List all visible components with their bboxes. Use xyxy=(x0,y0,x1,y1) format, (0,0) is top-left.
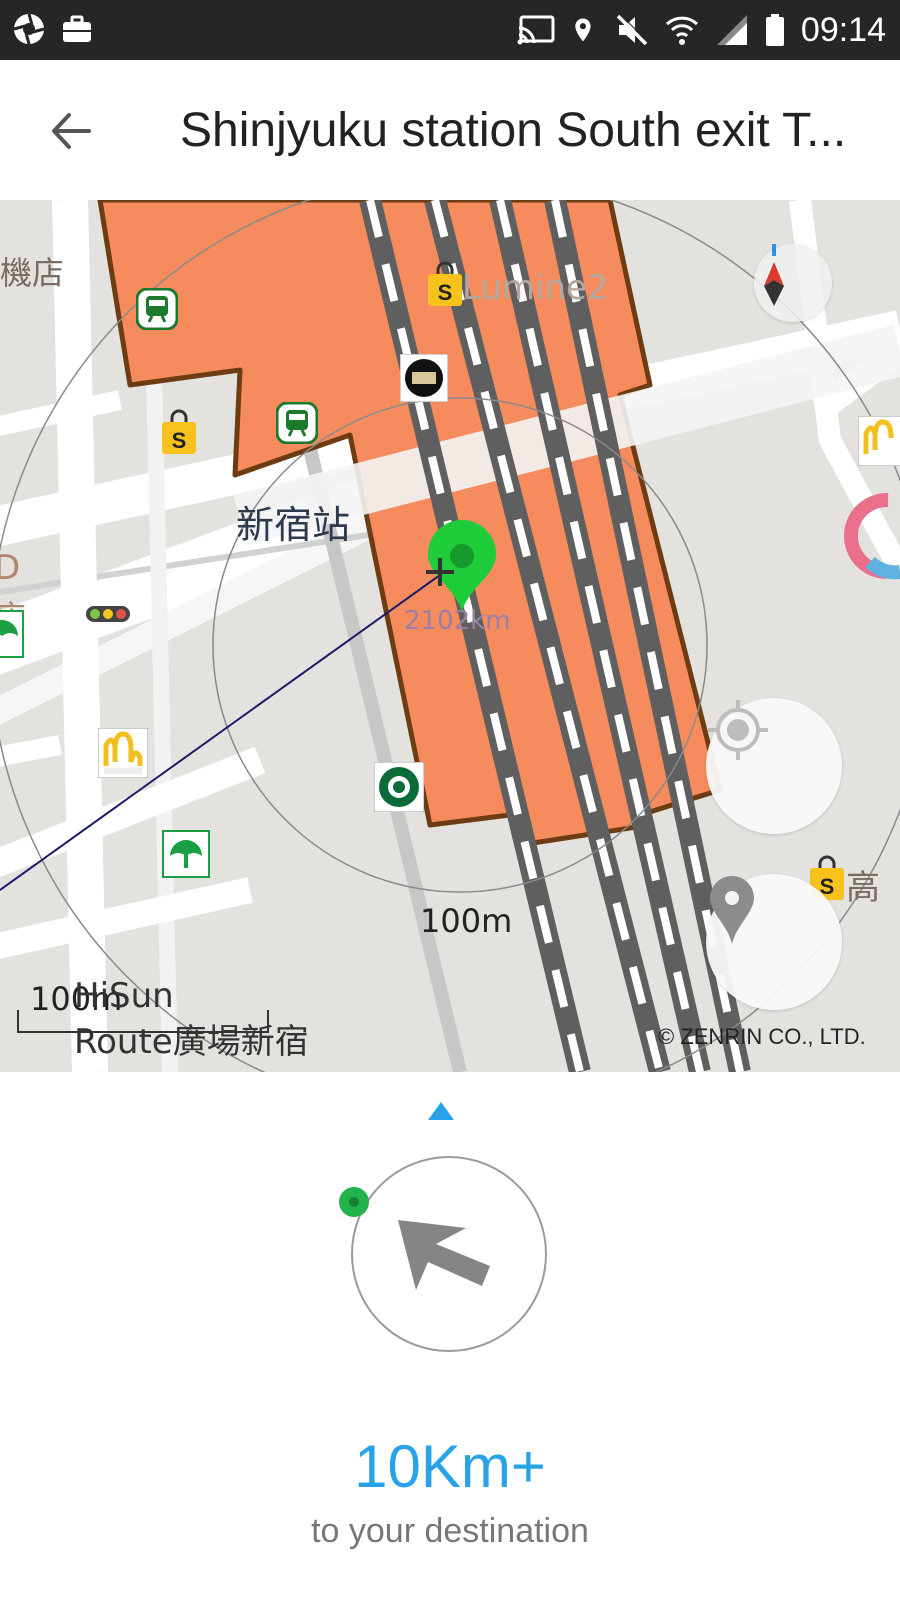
map-label-shop: 機店 xyxy=(0,254,65,292)
place-pin-button[interactable] xyxy=(706,874,842,1010)
briefcase-icon xyxy=(63,15,91,42)
map-label-hotel-1: HiSun xyxy=(74,976,174,1016)
wifi-icon xyxy=(665,16,698,45)
map-label-station: 新宿站 xyxy=(236,503,351,547)
svg-text:S: S xyxy=(438,280,453,305)
svg-text:S: S xyxy=(172,428,187,453)
back-button[interactable] xyxy=(36,96,106,166)
battery-icon xyxy=(765,14,784,46)
map-label-hotel-2: Route廣場新宿 xyxy=(74,1022,309,1062)
map-view[interactable]: 機店 Lumine2 新宿站 2102km 100m 100m HiSun Ro… xyxy=(0,200,900,1072)
train-station-icon[interactable] xyxy=(136,288,178,330)
destination-marker-icon[interactable] xyxy=(424,518,500,614)
distance-caption: to your destination xyxy=(311,1512,589,1550)
train-station-icon[interactable] xyxy=(276,402,318,444)
compass-icon xyxy=(764,244,784,306)
traffic-light-icon xyxy=(86,606,130,622)
status-bar: 09:14 xyxy=(0,0,900,60)
park-tree-icon[interactable] xyxy=(162,830,210,878)
app-bar: Shinjyuku station South exit T... xyxy=(0,60,900,200)
aperture-icon xyxy=(13,13,45,45)
signal-icon xyxy=(716,15,747,45)
location-pin-icon xyxy=(575,18,591,42)
starbucks-logo-icon[interactable] xyxy=(374,762,424,812)
compass-button[interactable] xyxy=(754,244,832,322)
map-copyright: © ZENRIN CO., LTD. xyxy=(658,1024,866,1049)
my-location-icon xyxy=(708,700,768,760)
mcdonalds-logo-icon[interactable] xyxy=(98,728,148,778)
park-tree-icon[interactable] xyxy=(0,610,24,658)
triangle-up-icon xyxy=(428,1102,454,1120)
shopping-bag-icon[interactable]: S xyxy=(160,408,198,456)
mute-icon xyxy=(616,13,649,46)
direction-arrow-icon xyxy=(398,1220,490,1290)
ring-logo-icon xyxy=(844,492,900,580)
distance-value: 10Km+ xyxy=(354,1433,546,1500)
mcdonalds-logo-icon[interactable] xyxy=(858,416,900,466)
shopping-bag-icon[interactable]: S xyxy=(426,260,464,308)
place-pin-icon xyxy=(710,876,754,944)
map-label-right-edge: 高 xyxy=(846,868,880,908)
map-label-left-edge-1: D xyxy=(0,548,21,588)
map-label-radius: 100m xyxy=(420,902,513,940)
cast-icon xyxy=(517,15,555,45)
arrow-back-icon xyxy=(52,113,91,149)
page-title: Shinjyuku station South exit T... xyxy=(180,104,847,157)
map-label-lumine: Lumine2 xyxy=(462,268,609,308)
status-time: 09:14 xyxy=(800,11,886,49)
cafe-logo-icon[interactable] xyxy=(400,354,448,402)
my-location-button[interactable] xyxy=(706,698,842,834)
